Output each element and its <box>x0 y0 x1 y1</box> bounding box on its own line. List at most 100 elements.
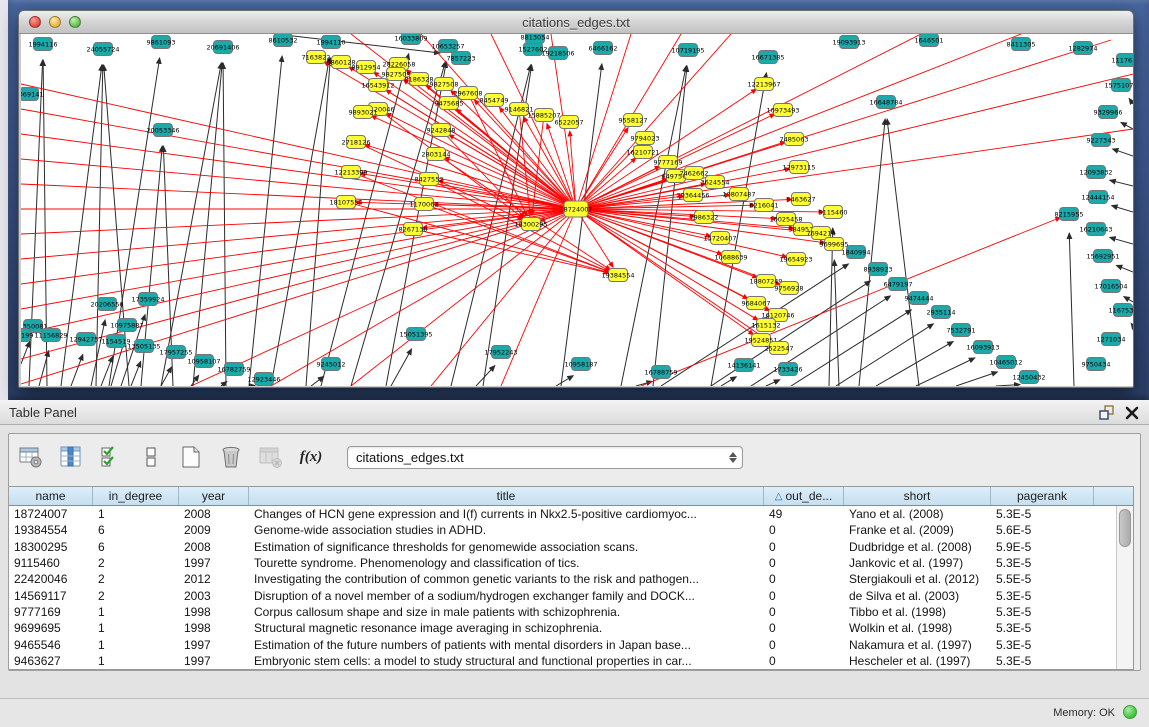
graph-node-label: 1167533 <box>1109 306 1133 314</box>
table-row[interactable]: 1456911722003Disruption of a novel membe… <box>9 587 1116 603</box>
red-edge <box>576 209 613 267</box>
cell-year: 2012 <box>179 572 249 586</box>
graph-node-label: 12213967 <box>747 80 780 88</box>
graph-node-label: 9475685 <box>435 99 464 107</box>
cell-year: 2009 <box>179 523 249 537</box>
red-edge <box>421 34 576 209</box>
table-settings-button[interactable] <box>17 443 45 471</box>
graph-node-label: 10975887 <box>110 321 143 329</box>
show-columns-button[interactable] <box>57 443 85 471</box>
graph-node-label: 16210721 <box>626 148 659 156</box>
graph-node-label: 9474444 <box>905 294 934 302</box>
black-edge <box>306 58 330 386</box>
status-bar: Memory: OK <box>0 698 1149 727</box>
table-select-value: citations_edges.txt <box>356 450 464 465</box>
graph-node-label: 8267130 <box>399 225 428 233</box>
cell-year: 1997 <box>179 638 249 652</box>
deselect-all-button[interactable] <box>137 443 165 471</box>
column-header-title[interactable]: title <box>249 487 764 505</box>
table-panel-titlebar[interactable]: Table Panel <box>0 400 1149 425</box>
graph-node-label: 1840994 <box>842 248 871 256</box>
table-row[interactable]: 2242004622012Investigating the contribut… <box>9 571 1116 587</box>
black-edge <box>561 64 602 386</box>
graph-node-label: 9227343 <box>1087 136 1116 144</box>
graph-node-label: 19384554 <box>601 271 634 279</box>
graph-node-label: 17957255 <box>159 348 192 356</box>
table-select-dropdown[interactable]: citations_edges.txt <box>347 446 743 469</box>
network-canvas[interactable]: 1872400719941162405572498610932069140686… <box>21 34 1133 386</box>
graph-node-label: 9794023 <box>631 134 660 142</box>
network-graph[interactable]: 1872400719941162405572498610932069140686… <box>21 34 1133 386</box>
cell-short: Tibbo et al. (1998) <box>844 605 991 619</box>
red-edge <box>21 209 576 259</box>
table-row[interactable]: 969969511998Structural magnetic resonanc… <box>9 620 1116 636</box>
black-edge <box>131 361 141 386</box>
table-row[interactable]: 1872400712008Changes of HCN gene express… <box>9 506 1116 522</box>
window-titlebar[interactable]: citations_edges.txt <box>19 11 1133 34</box>
graph-node-label: 12450432 <box>1012 373 1045 381</box>
cell-year: 2008 <box>179 540 249 554</box>
red-edge <box>21 209 576 309</box>
cell-year: 1997 <box>179 654 249 668</box>
table-row[interactable]: 911546021997Tourette syndrome. Phenomeno… <box>9 555 1116 571</box>
graph-node-label: 9893021 <box>349 108 378 116</box>
column-header-short[interactable]: short <box>844 487 991 505</box>
table-row[interactable]: 946362711997Embryonic stem cells: a mode… <box>9 653 1116 669</box>
cell-short: Hescheler et al. (1997) <box>844 654 991 668</box>
cell-pagerank: 5.3E-5 <box>991 589 1094 603</box>
column-header-name[interactable]: name <box>9 487 93 505</box>
cell-name: 14569117 <box>9 589 93 603</box>
function-builder-button[interactable]: f(x) <box>297 443 325 471</box>
graph-node-label: 16093913 <box>966 343 999 351</box>
graph-node-label: 18724007 <box>559 205 592 213</box>
network-desktop: citations_edges.txt 18724007199411624055… <box>8 0 1149 400</box>
graph-node-label: 18107554 <box>329 198 362 206</box>
red-edge <box>21 209 576 334</box>
table-header-row[interactable]: namein_degreeyeartitle△out_de...shortpag… <box>9 487 1133 506</box>
graph-node-label: 1994116 <box>29 40 58 48</box>
cell-name: 9115460 <box>9 556 93 570</box>
memory-status-icon[interactable] <box>1123 705 1137 719</box>
black-edge <box>834 260 839 386</box>
float-panel-icon[interactable] <box>1098 404 1115 421</box>
table-panel-content: f(x) citations_edges.txt namein_degreeye… <box>8 433 1141 671</box>
cell-year: 1998 <box>179 605 249 619</box>
column-header-indegree[interactable]: in_degree <box>93 487 179 505</box>
black-edge <box>1124 297 1133 302</box>
scrollbar-thumb[interactable] <box>1119 509 1131 547</box>
delete-trash-button[interactable] <box>217 443 245 471</box>
cell-in_degree: 1 <box>93 621 179 635</box>
graph-node-label: 9750434 <box>1082 360 1111 368</box>
graph-node-label: 1615132 <box>752 321 781 329</box>
cell-year: 2008 <box>179 507 249 521</box>
black-edge <box>996 385 1020 386</box>
graph-node-label: 9463627 <box>787 195 816 203</box>
graph-node-label: 1154519 <box>102 337 131 345</box>
black-edge <box>556 376 573 386</box>
graph-node-label: 9245012 <box>317 360 346 368</box>
table-row[interactable]: 977716911998Corpus callosum shape and si… <box>9 604 1116 620</box>
column-header-outde[interactable]: △out_de... <box>764 487 844 505</box>
graph-node-label: 10465012 <box>989 358 1022 366</box>
graph-node-label: 15692951 <box>1086 252 1119 260</box>
table-panel-title: Table Panel <box>9 405 77 420</box>
graph-node-label: 20206556 <box>90 300 123 308</box>
table-scrollbar[interactable] <box>1116 506 1133 669</box>
column-header-year[interactable]: year <box>179 487 249 505</box>
cell-out_degree: 0 <box>764 621 844 635</box>
graph-node-label: 9699695 <box>820 240 849 248</box>
cell-pagerank: 5.3E-5 <box>991 654 1094 668</box>
graph-node-label: 8813054 <box>521 34 550 41</box>
graph-node-label: 9827508 <box>430 80 459 88</box>
new-table-button[interactable] <box>177 443 205 471</box>
cell-short: de Silva et al. (2003) <box>844 589 991 603</box>
select-all-button[interactable] <box>97 443 125 471</box>
close-panel-icon[interactable] <box>1125 406 1139 420</box>
column-header-pagerank[interactable]: pagerank <box>991 487 1094 505</box>
table-row[interactable]: 1938455462009Genome-wide association stu… <box>9 522 1116 538</box>
cell-short: Nakamura et al. (1997) <box>844 638 991 652</box>
table-row[interactable]: 1830029562008Estimation of significance … <box>9 539 1116 555</box>
cell-in_degree: 1 <box>93 638 179 652</box>
table-row[interactable]: 946554611997Estimation of the future num… <box>9 636 1116 652</box>
graph-node-label: 16648784 <box>869 98 902 106</box>
